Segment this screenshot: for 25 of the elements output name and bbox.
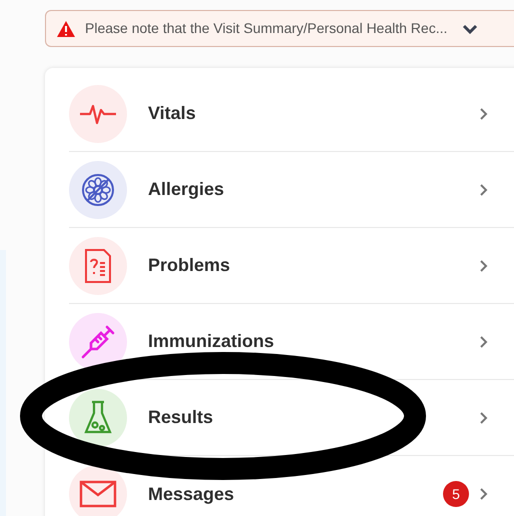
menu-label: Messages (148, 482, 234, 506)
menu-item[interactable]: Allergies (69, 152, 514, 228)
menu-label: Immunizations (148, 330, 274, 353)
notice-text: Please note that the Visit Summary/Personal Health Rec... (85, 19, 448, 38)
envelope-icon (69, 465, 127, 516)
menu-label: Results (148, 406, 214, 429)
menu-item[interactable]: Results (69, 380, 514, 456)
notice-banner[interactable]: Please note that the Visit Summary/Personal Health Rec... (45, 10, 514, 47)
menu-label: Problems (148, 254, 230, 277)
flask-icon (69, 388, 127, 446)
chevron-right-icon (479, 182, 488, 196)
menu-item[interactable]: Problems (69, 228, 514, 304)
menu-item[interactable]: Messages 5 (69, 456, 514, 516)
chevron-right-icon (479, 487, 488, 501)
chevron-right-icon (479, 106, 488, 120)
chevron-down-icon[interactable] (462, 22, 478, 34)
chevron-right-icon (479, 258, 488, 272)
menu-item[interactable]: Vitals (69, 76, 514, 152)
warning-icon (56, 20, 76, 38)
count-badge: 5 (443, 481, 469, 507)
menu-item[interactable]: Immunizations (69, 304, 514, 380)
chevron-right-icon (479, 334, 488, 348)
menu-label: Allergies (148, 178, 224, 201)
chevron-right-icon (479, 410, 488, 424)
menu-label: Vitals (148, 102, 196, 125)
